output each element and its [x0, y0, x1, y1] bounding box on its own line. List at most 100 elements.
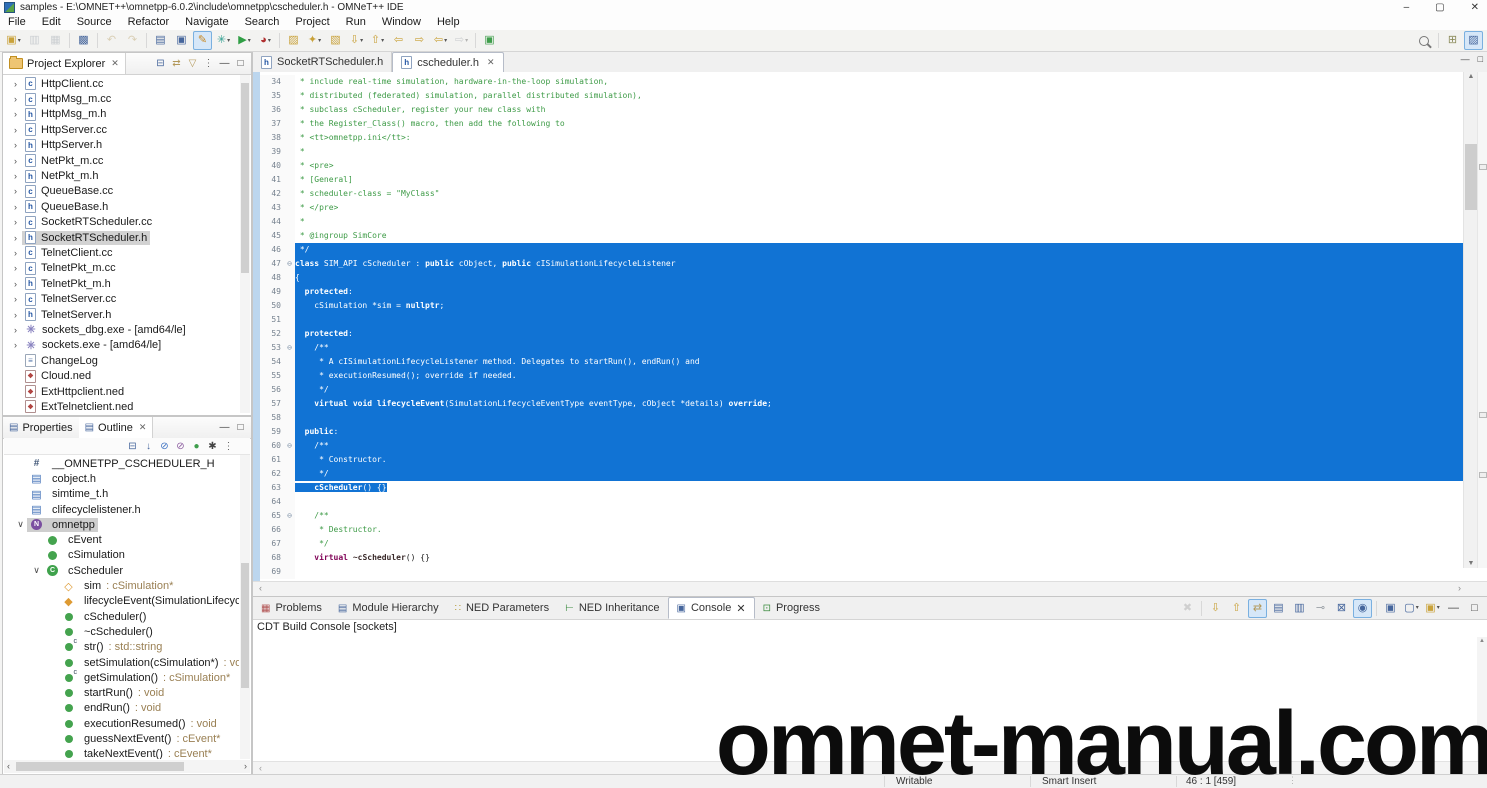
code-line[interactable]: 38 * <tt>omnetpp.ini</tt>: — [260, 131, 1464, 145]
menu-source[interactable]: Source — [69, 14, 120, 30]
code-line[interactable]: 40 * <pre> — [260, 159, 1464, 173]
maximize-icon[interactable]: □ — [233, 420, 248, 435]
back-button[interactable]: ⇦ — [389, 31, 408, 50]
scroll-down-icon[interactable]: ⇩ — [1206, 599, 1225, 618]
code-line[interactable]: 53 ⊖ /** — [260, 341, 1464, 355]
code-line[interactable]: 68 virtual ~cScheduler() {} — [260, 551, 1464, 565]
tree-item[interactable]: › c HttpClient.cc — [4, 76, 239, 91]
build-all-button[interactable]: ▩ — [74, 31, 93, 50]
chevron-right-icon[interactable]: › — [9, 248, 22, 258]
tree-item[interactable]: › h TelnetServer.h — [4, 307, 239, 322]
fold-marker-icon[interactable]: ⊖ — [284, 439, 295, 453]
tree-item[interactable]: › c QueueBase.cc — [4, 184, 239, 199]
tab-outline[interactable]: ▤ Outline ✕ — [78, 417, 154, 438]
code-line[interactable]: 42 * scheduler-class = "MyClass" — [260, 187, 1464, 201]
hide-non-public-icon[interactable]: ● — [189, 439, 204, 454]
close-icon[interactable]: ✕ — [139, 422, 147, 433]
tree-item[interactable]: › h TelnetPkt_m.h — [4, 276, 239, 291]
code-line[interactable]: 34 * include real-time simulation, hardw… — [260, 75, 1464, 89]
code-line[interactable]: 45 * @ingroup SimCore — [260, 229, 1464, 243]
outline-item[interactable]: setSimulation(cSimulation*) : void — [4, 655, 239, 670]
tree-item[interactable]: › c NetPkt_m.cc — [4, 153, 239, 168]
chevron-right-icon[interactable]: › — [9, 279, 22, 289]
menu-window[interactable]: Window — [374, 14, 429, 30]
outline-item[interactable]: startRun() : void — [4, 685, 239, 700]
maximize-button[interactable]: ▢ — [1435, 2, 1444, 13]
chevron-down-icon[interactable]: ∨ — [14, 519, 27, 530]
outline-item[interactable]: ▤ simtime_t.h — [4, 487, 239, 502]
menu-edit[interactable]: Edit — [34, 14, 69, 30]
chevron-right-icon[interactable]: › — [9, 263, 22, 273]
chevron-right-icon[interactable]: › — [9, 325, 22, 335]
tab-ned-inheritance[interactable]: ⊢ NED Inheritance — [557, 597, 667, 619]
fold-marker-icon[interactable]: ⊖ — [284, 509, 295, 523]
code-line[interactable]: 49 protected: — [260, 285, 1464, 299]
search-button[interactable]: ✦ ▾ — [305, 31, 324, 50]
highlight-button[interactable]: ✎ — [193, 31, 212, 50]
chevron-right-icon[interactable]: › — [9, 233, 22, 243]
code-line[interactable]: 66 * Destructor. — [260, 523, 1464, 537]
code-line[interactable]: 69 — [260, 565, 1464, 579]
outline-item[interactable]: executionResumed() : void — [4, 716, 239, 731]
close-icon[interactable]: ✕ — [111, 58, 119, 69]
code-line[interactable]: 50 cSimulation *sim = nullptr; — [260, 299, 1464, 313]
tree-item[interactable]: › h HttpServer.h — [4, 138, 239, 153]
code-line[interactable]: 51 — [260, 313, 1464, 327]
tree-item[interactable]: ❖ ExtTelnetclient.ned — [4, 399, 239, 413]
outline-hscrollbar[interactable]: ‹ › — [4, 760, 250, 773]
scroll-up-icon[interactable]: ▲ — [1464, 73, 1478, 80]
close-icon[interactable]: ✕ — [736, 602, 745, 615]
maximize-icon[interactable]: □ — [1465, 599, 1484, 618]
filters-icon[interactable]: ✱ — [205, 439, 220, 454]
code-line[interactable]: 57 virtual void lifecycleEvent(Simulatio… — [260, 397, 1464, 411]
new-console-icon[interactable]: ▣ ▾ — [1423, 599, 1442, 618]
new-wizard-button[interactable]: ▣ ▾ — [4, 31, 23, 50]
code-line[interactable]: 48 { — [260, 271, 1464, 285]
chevron-right-icon[interactable]: › — [9, 340, 22, 350]
code-line[interactable]: 52 protected: — [260, 327, 1464, 341]
chevron-right-icon[interactable]: › — [9, 217, 22, 227]
tree-item[interactable]: › h NetPkt_m.h — [4, 168, 239, 183]
tree-item[interactable]: › c SocketRTScheduler.cc — [4, 215, 239, 230]
code-line[interactable]: 36 * subclass cScheduler, register your … — [260, 103, 1464, 117]
code-line[interactable]: 61 * Constructor. — [260, 453, 1464, 467]
link-console-icon[interactable]: ⇄ — [1248, 598, 1267, 618]
code-line[interactable]: 47 ⊖ class SIM_API cScheduler : public cOb… — [260, 257, 1464, 271]
open-console-icon[interactable]: ▢ ▾ — [1402, 599, 1421, 618]
outline-item[interactable]: endRun() : void — [4, 701, 239, 716]
code-line[interactable]: 65 ⊖ /** — [260, 509, 1464, 523]
tab-progress[interactable]: ⊡ Progress — [755, 597, 828, 619]
code-line[interactable]: 55 * executionResumed(); override if nee… — [260, 369, 1464, 383]
code-line[interactable]: 37 * the Register_Class() macro, then ad… — [260, 117, 1464, 131]
editor-tab-socketrtscheduler.h[interactable]: h SocketRTScheduler.h — [253, 52, 393, 72]
last-edit-location-button[interactable]: ⇩ ▾ — [347, 31, 366, 50]
chevron-right-icon[interactable]: › — [9, 140, 22, 150]
hide-static-icon[interactable]: ⊘ — [173, 439, 188, 454]
open-perspective-button[interactable]: ⊞ — [1443, 31, 1462, 50]
maximize-icon[interactable]: □ — [1478, 54, 1483, 64]
debug-button[interactable]: ✳ ▾ — [214, 31, 233, 50]
menu-refactor[interactable]: Refactor — [120, 14, 178, 30]
cpp-perspective-button[interactable]: ▨ — [1464, 31, 1483, 50]
profile-button[interactable]: ◕ ▾ — [256, 31, 275, 50]
scroll-down-icon[interactable]: ▼ — [1464, 560, 1478, 567]
view-menu-icon[interactable]: ⋮ — [201, 56, 216, 71]
code-line[interactable]: 44 * — [260, 215, 1464, 229]
tree-item[interactable]: › ✳ sockets.exe - [amd64/le] — [4, 338, 239, 353]
tree-item[interactable]: › c TelnetPkt_m.cc — [4, 261, 239, 276]
chevron-right-icon[interactable]: › — [9, 109, 22, 119]
link-editor-icon[interactable]: ⇄ — [169, 56, 184, 71]
close-icon[interactable]: ✕ — [487, 57, 495, 68]
chevron-right-icon[interactable]: › — [9, 310, 22, 320]
project-explorer-vscrollbar[interactable] — [240, 75, 250, 413]
open-element-button[interactable]: ▨ — [284, 31, 303, 50]
editor-vscrollbar[interactable]: ▲ ▼ — [1463, 72, 1478, 568]
code-line[interactable]: 59 public: — [260, 425, 1464, 439]
minimize-icon[interactable]: — — [1444, 599, 1463, 618]
filter-icon[interactable]: ▽ — [185, 56, 200, 71]
pin-console-icon[interactable]: ◉ — [1353, 598, 1372, 618]
tree-item[interactable]: › h QueueBase.h — [4, 199, 239, 214]
menu-help[interactable]: Help — [429, 14, 468, 30]
outline-item[interactable]: c getSimulation() : cSimulation* — [4, 669, 239, 685]
outline-item[interactable]: c str() : std::string — [4, 638, 239, 655]
